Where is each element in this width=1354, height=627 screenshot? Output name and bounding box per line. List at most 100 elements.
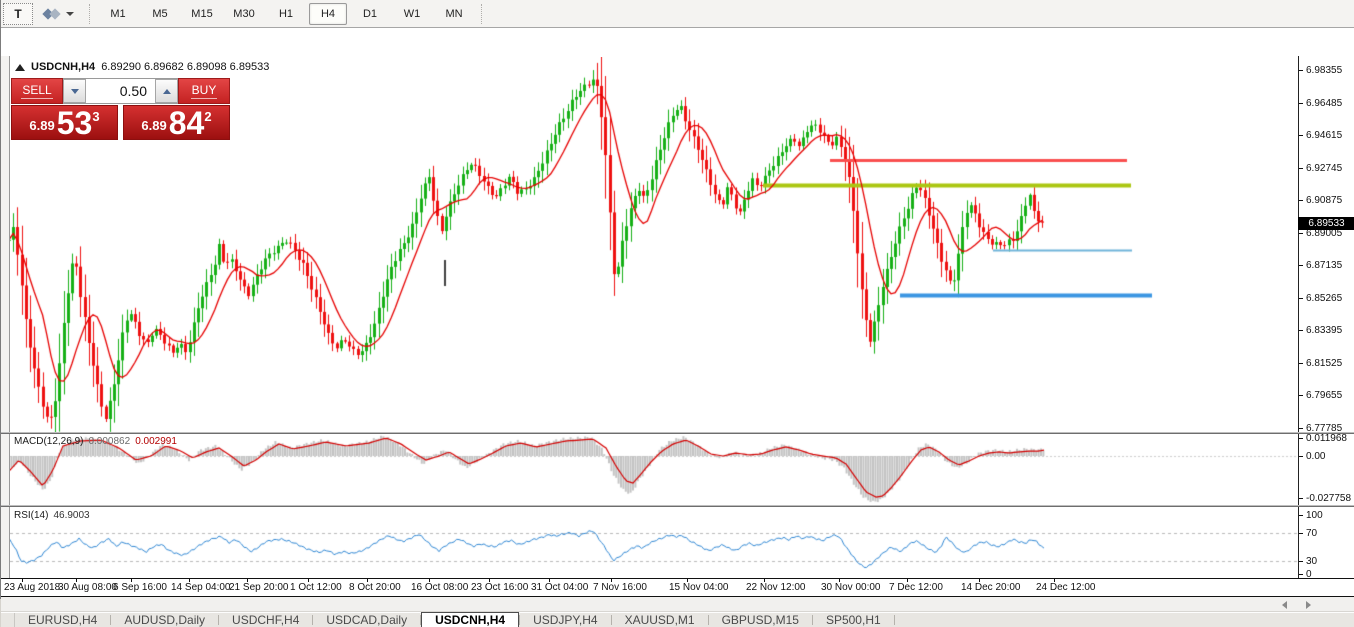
text-tool-icon[interactable]: T <box>3 2 33 25</box>
macd-indicator-canvas[interactable] <box>10 434 1298 505</box>
buy-button-label: BUY <box>190 83 218 99</box>
chart-tab-gbpusd[interactable]: GBPUSD,M15 <box>709 613 812 627</box>
timeframe-button-m1[interactable]: M1 <box>99 3 137 25</box>
rsi-name: RSI(14) <box>14 510 49 521</box>
timeframe-button-m5[interactable]: M5 <box>141 3 179 25</box>
price-axis-label: 6.96485 <box>1306 97 1343 109</box>
one-click-trading-panel: SELL 0.50 BUY 6.89 53 3 6.89 84 2 <box>11 78 230 140</box>
chart-tab-usdcad[interactable]: USDCAD,Daily <box>313 613 420 627</box>
chart-tab-usdcnh[interactable]: USDCNH,H4 <box>421 612 520 627</box>
chart-title: USDCNH,H4 <box>31 61 96 73</box>
axis-tick <box>1299 330 1303 332</box>
axis-tick <box>1299 533 1303 534</box>
diamond-icon <box>49 7 61 20</box>
sell-price-tile[interactable]: 6.89 53 3 <box>11 105 118 140</box>
toolbar-separator <box>89 3 91 24</box>
indicator-axis-label: 0.011968 <box>1306 433 1347 444</box>
chart-tab-eurusd[interactable]: EURUSD,H4 <box>15 613 110 627</box>
chart-tab-sp500[interactable]: SP500,H1 <box>813 613 894 627</box>
triangle-right-icon <box>1305 600 1311 609</box>
axis-tick <box>1299 232 1303 234</box>
axis-tick <box>1299 395 1303 397</box>
timeframe-button-mn[interactable]: MN <box>435 3 473 25</box>
time-axis-label: 30 Aug 08:00 <box>58 582 117 593</box>
time-axis-label: 1 Oct 12:00 <box>290 582 342 593</box>
price-axis-label: 6.90875 <box>1306 195 1343 207</box>
chart-tab-usdjpy[interactable]: USDJPY,H4 <box>520 613 610 627</box>
volume-input[interactable]: 0.50 <box>86 79 155 103</box>
triangle-left-icon <box>1281 600 1287 609</box>
timeframe-button-w1[interactable]: W1 <box>393 3 431 25</box>
window-left-frame <box>1 56 10 579</box>
volume-increase-button[interactable] <box>155 79 178 103</box>
sell-price-big: 53 <box>56 105 93 141</box>
axis-tick <box>1299 515 1303 516</box>
scroll-right-button[interactable] <box>1301 600 1315 609</box>
timeframe-button-m15[interactable]: M15 <box>183 3 221 25</box>
rsi-value: 46.9003 <box>53 510 90 521</box>
chevron-down-icon <box>66 11 74 16</box>
pane-separator[interactable] <box>1 505 1354 507</box>
timeframe-button-group: M1 M5 M15 M30 H1 H4 D1 W1 MN <box>97 2 475 25</box>
price-axis-label: 6.79655 <box>1306 390 1343 402</box>
time-axis-label: 14 Dec 20:00 <box>961 582 1021 593</box>
ohlc-values: 6.89290 6.89682 6.89098 6.89533 <box>101 61 270 73</box>
sell-price-prefix: 6.89 <box>29 118 55 133</box>
time-axis-label: 23 Oct 16:00 <box>471 582 529 593</box>
axis-tick <box>1299 102 1303 104</box>
tab-divider <box>893 615 895 625</box>
price-axis-label: 6.87135 <box>1306 260 1343 272</box>
axis-tick <box>1299 438 1303 439</box>
toolbar-separator <box>481 3 483 24</box>
chart-tab-xauusd[interactable]: XAUUSD,M1 <box>612 613 708 627</box>
price-axis-label: 6.83395 <box>1306 325 1343 337</box>
pane-separator[interactable] <box>1 432 1354 434</box>
time-axis-label: 16 Oct 08:00 <box>411 582 469 593</box>
macd-label: MACD(12,26,9) 0.000862 0.002991 <box>14 436 177 447</box>
axis-tick <box>1299 574 1303 575</box>
timeframe-button-m30[interactable]: M30 <box>225 3 263 25</box>
chart-tab-bar: EURUSD,H4 AUDUSD,Daily USDCHF,H4 USDCAD,Dai… <box>1 612 1354 627</box>
axis-tick <box>1299 362 1303 364</box>
time-axis-label: 8 Oct 20:00 <box>349 582 401 593</box>
scroll-left-button[interactable] <box>1277 600 1291 609</box>
sell-button-label: SELL <box>21 83 53 99</box>
axis-tick <box>1299 167 1303 169</box>
time-axis[interactable]: 23 Aug 2018 30 Aug 08:00 6 Sep 16:00 14 Sep… <box>1 579 1354 596</box>
time-axis-label: 7 Nov 16:00 <box>593 582 647 593</box>
indicator-axis-label: 100 <box>1306 510 1323 521</box>
buy-price-tile[interactable]: 6.89 84 2 <box>123 105 230 140</box>
chart-window: 6.98355 6.96485 6.94615 6.92745 6.90875 6.89 0… <box>1 28 1354 627</box>
price-axis[interactable]: 6.98355 6.96485 6.94615 6.92745 6.90875 6.890… <box>1298 56 1354 434</box>
tab-bar-corner <box>1 613 15 627</box>
timeframe-button-h4[interactable]: H4 <box>309 2 347 25</box>
axis-tick <box>1299 427 1303 429</box>
time-axis-label: 6 Sep 16:00 <box>113 582 167 593</box>
indicator-axis-label: 70 <box>1306 528 1318 539</box>
chart-tab-usdchf[interactable]: USDCHF,H4 <box>219 613 312 627</box>
price-axis-label: 6.94615 <box>1306 130 1343 142</box>
collapse-arrow-icon[interactable] <box>15 63 25 71</box>
axis-tick <box>1299 70 1303 71</box>
arrow-down-icon <box>70 88 79 94</box>
rsi-label: RSI(14) 46.9003 <box>14 510 90 521</box>
horizontal-scrollbar[interactable] <box>1 597 1354 612</box>
chart-tab-audusd[interactable]: AUDUSD,Daily <box>111 613 218 627</box>
macd-value-main: 0.000862 <box>88 436 131 447</box>
buy-button[interactable]: BUY <box>178 78 230 104</box>
objects-tool-icon[interactable] <box>37 4 81 24</box>
rsi-indicator-canvas[interactable] <box>10 507 1298 578</box>
timeframe-button-d1[interactable]: D1 <box>351 3 389 25</box>
buy-price-prefix: 6.89 <box>141 118 167 133</box>
arrow-up-icon <box>162 88 171 94</box>
price-axis-label: 6.81525 <box>1306 357 1343 369</box>
volume-stepper: 0.50 <box>63 78 178 104</box>
rsi-axis[interactable]: 100 70 30 0 <box>1298 507 1354 580</box>
timeframe-button-h1[interactable]: H1 <box>267 3 305 25</box>
time-axis-label: 24 Dec 12:00 <box>1036 582 1096 593</box>
macd-axis[interactable]: 0.011968 0.00 -0.027758 <box>1298 433 1354 505</box>
volume-decrease-button[interactable] <box>63 79 86 103</box>
axis-tick <box>1299 297 1303 299</box>
sell-button[interactable]: SELL <box>11 78 63 104</box>
price-axis-label: 6.98355 <box>1306 65 1343 76</box>
